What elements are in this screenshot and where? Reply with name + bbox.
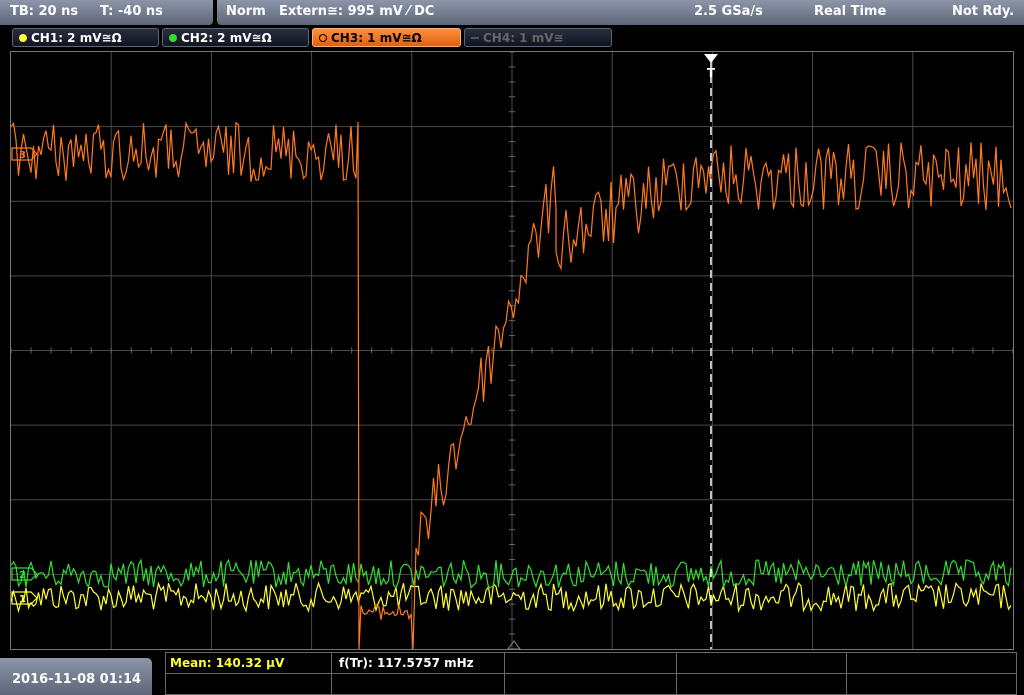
channel-bar: CH1: 2 mV≅Ω CH2: 2 mV≅Ω CH3: 1 mV≅Ω CH4:… [0,25,1024,49]
tab-ch3[interactable]: CH3: 1 mV≅Ω [312,28,461,47]
tab-ch1-label: CH1: 2 mV≅Ω [31,30,122,45]
acq-mode-label: Real Time [814,4,887,19]
status-bar: TB: 20 ns T: -40 ns Norm Extern≅: 995 mV… [0,0,1024,25]
ch1-trace [11,581,1012,614]
sample-rate-label: 2.5 GSa/s [694,4,763,19]
acquisition-panel[interactable]: Norm Extern≅: 995 mV ⁄ DC 2.5 GSa/s Real… [217,0,1024,25]
waveform-canvas[interactable]: 3 2 1 T [11,52,1013,649]
datetime-panel: 2016-11-08 01:14 [0,658,152,695]
graticule [11,52,1013,649]
tab-ch3-label: CH3: 1 mV≅Ω [331,30,422,45]
measurement-panel[interactable]: Mean: 140.32 µV f(Tr): 117.5757 mHz [165,652,1017,695]
meas-mean[interactable]: Mean: 140.32 µV [170,656,284,670]
center-marker-icon [507,640,521,649]
tab-ch1[interactable]: CH1: 2 mV≅Ω [12,28,159,47]
meas-divider [331,653,332,694]
status-label: Not Rdy. [952,4,1015,19]
trigger-source-label: Extern≅: 995 mV ⁄ DC [279,4,435,19]
ch2-marker-label: 2 [19,570,26,581]
ch3-marker-label: 3 [19,150,26,161]
timebase-panel[interactable]: TB: 20 ns T: -40 ns [0,0,213,25]
meas-divider [504,653,505,694]
trigger-arrow-icon [704,54,718,63]
waveform-display[interactable]: 3 2 1 T [10,51,1014,650]
trigger-marker[interactable]: T [507,54,718,649]
tab-ch4-label: CH4: 1 mV≅ [483,30,564,45]
tab-ch4[interactable]: CH4: 1 mV≅ [464,28,612,47]
ch4-dash-icon [471,37,479,39]
trigger-t-label: T [707,66,716,80]
ch3-dot-icon [319,34,327,42]
meas-divider [846,653,847,694]
tab-ch2-label: CH2: 2 mV≅Ω [181,30,272,45]
bottom-bar: 2016-11-08 01:14 Mean: 140.32 µV f(Tr): … [0,652,1024,695]
meas-divider [676,653,677,694]
timebase-label: TB: 20 ns [10,4,79,19]
meas-freq[interactable]: f(Tr): 117.5757 mHz [339,656,474,670]
datetime-label: 2016-11-08 01:14 [12,672,142,687]
ch1-dot-icon [19,34,27,42]
trigger-mode-label: Norm [226,4,266,19]
ch1-marker-label: 1 [19,594,26,605]
channel-markers[interactable]: 3 2 1 [11,147,38,605]
ch2-dot-icon [169,34,177,42]
trigger-time-label: T: -40 ns [100,4,163,19]
tab-ch2[interactable]: CH2: 2 mV≅Ω [162,28,309,47]
meas-divider [166,673,1016,674]
